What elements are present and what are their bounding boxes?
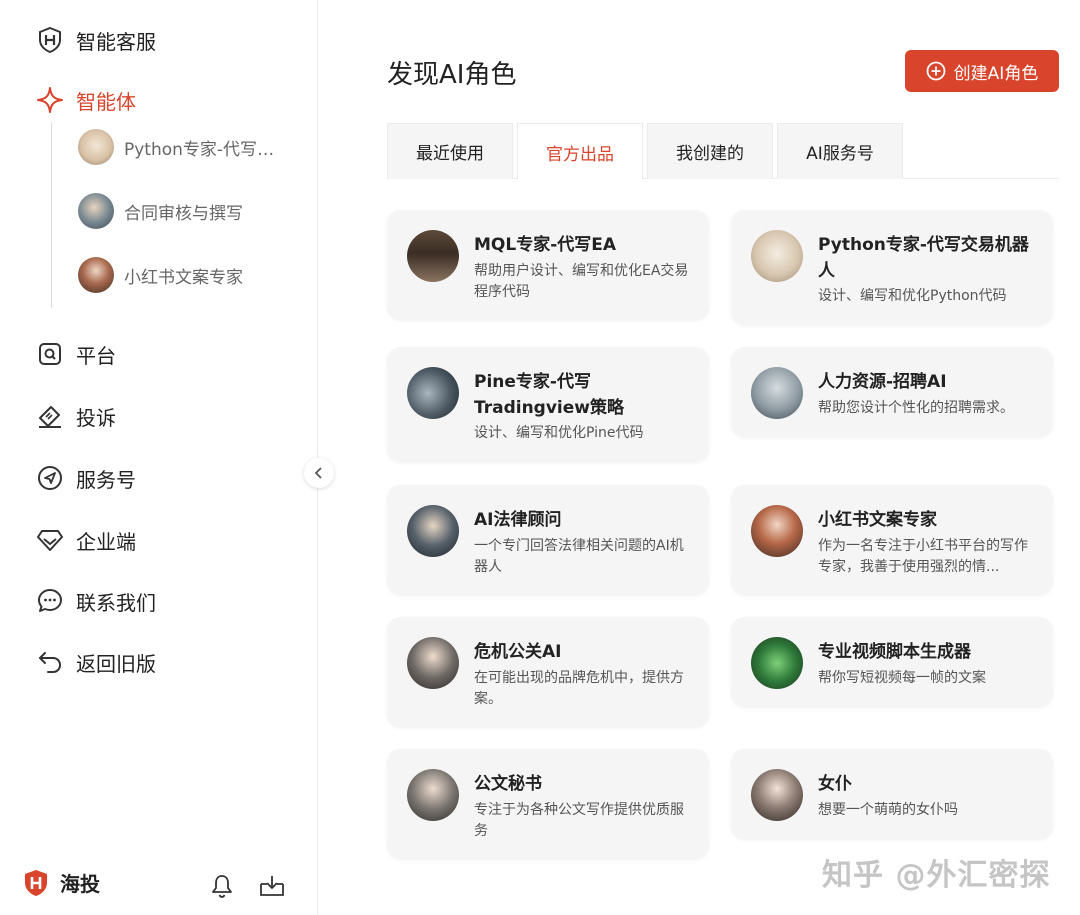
role-card-maid[interactable]: 女仆 想要一个萌萌的女仆吗 <box>731 749 1053 839</box>
card-description: 一个专门回答法律相关问题的AI机器人 <box>474 538 684 575</box>
collapse-sidebar-button[interactable] <box>304 458 334 488</box>
nav-item-agents[interactable]: 智能体 <box>36 80 136 120</box>
nav-label: 投诉 <box>76 405 116 430</box>
card-title: AI法律顾问 <box>474 510 562 530</box>
page-title: 发现AI角色 <box>387 60 517 90</box>
card-title: 公文秘书 <box>474 774 542 794</box>
nav-label: 智能体 <box>76 89 136 114</box>
ticket-icon <box>36 402 64 430</box>
card-description: 帮助您设计个性化的招聘需求。 <box>818 400 1014 416</box>
nav-item-complaint[interactable]: 投诉 <box>36 396 116 436</box>
nav-item-platform[interactable]: 平台 <box>36 334 116 374</box>
nav-item-back-old[interactable]: 返回旧版 <box>36 642 156 682</box>
avatar <box>751 367 803 419</box>
nav-item-enterprise[interactable]: 企业端 <box>36 520 136 560</box>
card-description: 设计、编写和优化Pine代码 <box>474 425 644 441</box>
role-card-hr[interactable]: 人力资源-招聘AI 帮助您设计个性化的招聘需求。 <box>731 347 1053 437</box>
avatar <box>751 505 803 557</box>
tab-label: AI服务号 <box>806 144 874 164</box>
role-card-legal[interactable]: AI法律顾问 一个专门回答法律相关问题的AI机器人 <box>387 485 709 595</box>
card-title: Pine专家-代写Tradingview策略 <box>474 372 624 418</box>
tab-label: 官方出品 <box>546 144 614 165</box>
card-description: 在可能出现的品牌危机中，提供方案。 <box>474 670 684 707</box>
card-title: 危机公关AI <box>474 642 562 662</box>
avatar <box>751 637 803 689</box>
sparkle-icon <box>36 86 64 114</box>
nav-label: 联系我们 <box>76 590 156 615</box>
inbox-download-icon[interactable] <box>258 872 286 900</box>
send-icon <box>36 464 64 492</box>
nav-item-contact[interactable]: 联系我们 <box>36 581 156 621</box>
sub-item-label: Python专家-代写交易机器人 <box>124 139 282 160</box>
avatar <box>407 230 459 282</box>
sub-item-python-expert[interactable]: Python专家-代写交易机器人 <box>78 127 282 167</box>
create-button-label: 创建AI角色 <box>953 63 1039 84</box>
brand-name: 海投 <box>60 872 100 896</box>
create-ai-role-button[interactable]: 创建AI角色 <box>905 50 1059 92</box>
role-card-pine[interactable]: Pine专家-代写Tradingview策略 设计、编写和优化Pine代码 <box>387 347 709 462</box>
role-card-python[interactable]: Python专家-代写交易机器人 设计、编写和优化Python代码 <box>731 210 1053 325</box>
sub-nav-line <box>51 122 52 308</box>
avatar <box>78 257 114 293</box>
shield-icon <box>36 26 64 54</box>
avatar <box>78 129 114 165</box>
role-card-xiaohongshu[interactable]: 小红书文案专家 作为一名专注于小红书平台的写作专家，我善于使用强烈的情... <box>731 485 1053 595</box>
card-title: 女仆 <box>818 774 852 794</box>
sub-item-contract-review[interactable]: 合同审核与撰写 <box>78 191 282 231</box>
role-card-crisis-pr[interactable]: 危机公关AI 在可能出现的品牌危机中，提供方案。 <box>387 617 709 727</box>
nav-label: 平台 <box>76 343 116 368</box>
avatar <box>407 769 459 821</box>
tab-label: 最近使用 <box>416 144 484 164</box>
card-title: Python专家-代写交易机器人 <box>818 235 1029 281</box>
avatar <box>751 769 803 821</box>
tab-bar: 最近使用 官方出品 我创建的 AI服务号 <box>387 123 1059 180</box>
chat-bubble-icon <box>36 587 64 615</box>
sub-item-label: 小红书文案专家 <box>124 267 243 288</box>
role-card-mql[interactable]: MQL专家-代写EA 帮助用户设计、编写和优化EA交易程序代码 <box>387 210 709 320</box>
chevron-left-icon <box>314 467 322 479</box>
brand-footer: 海投 <box>24 868 100 897</box>
nav-label: 智能客服 <box>76 29 156 54</box>
role-card-video-script[interactable]: 专业视频脚本生成器 帮你写短视频每一帧的文案 <box>731 617 1053 707</box>
avatar <box>407 505 459 557</box>
card-title: MQL专家-代写EA <box>474 235 617 255</box>
bell-icon[interactable] <box>208 872 236 900</box>
watermark: 知乎 @外汇密探 <box>822 858 1051 893</box>
avatar <box>407 637 459 689</box>
undo-icon <box>36 648 64 676</box>
card-description: 帮助用户设计、编写和优化EA交易程序代码 <box>474 263 689 300</box>
sidebar: 智能客服 智能体 Python专家-代写交易机器人 合同审核与撰写 小红书文案专… <box>0 0 318 915</box>
sub-item-xiaohongshu[interactable]: 小红书文案专家 <box>78 255 282 295</box>
nav-item-service-account[interactable]: 服务号 <box>36 458 136 498</box>
avatar <box>751 230 803 282</box>
card-description: 想要一个萌萌的女仆吗 <box>818 802 958 818</box>
tab-my-created[interactable]: 我创建的 <box>647 123 773 179</box>
tab-official[interactable]: 官方出品 <box>517 123 643 180</box>
card-title: 小红书文案专家 <box>818 510 937 530</box>
nav-label: 服务号 <box>76 467 136 492</box>
tab-recent[interactable]: 最近使用 <box>387 123 513 179</box>
tab-ai-service[interactable]: AI服务号 <box>777 123 903 179</box>
avatar <box>78 193 114 229</box>
brand-logo-icon <box>24 869 48 897</box>
card-title: 人力资源-招聘AI <box>818 372 947 392</box>
card-title: 专业视频脚本生成器 <box>818 642 971 662</box>
card-description: 设计、编写和优化Python代码 <box>818 288 1007 304</box>
avatar <box>407 367 459 419</box>
tab-label: 我创建的 <box>676 144 744 164</box>
card-description: 专注于为各种公文写作提供优质服务 <box>474 802 684 839</box>
search-box-icon <box>36 340 64 368</box>
sub-item-label: 合同审核与撰写 <box>124 203 243 224</box>
nav-label: 企业端 <box>76 529 136 554</box>
card-description: 作为一名专注于小红书平台的写作专家，我善于使用强烈的情... <box>818 538 1028 575</box>
nav-label: 返回旧版 <box>76 651 156 676</box>
diamond-icon <box>36 526 64 554</box>
plus-circle-icon <box>926 61 946 81</box>
card-description: 帮你写短视频每一帧的文案 <box>818 670 986 686</box>
role-card-secretary[interactable]: 公文秘书 专注于为各种公文写作提供优质服务 <box>387 749 709 859</box>
nav-item-smart-service[interactable]: 智能客服 <box>36 20 156 60</box>
